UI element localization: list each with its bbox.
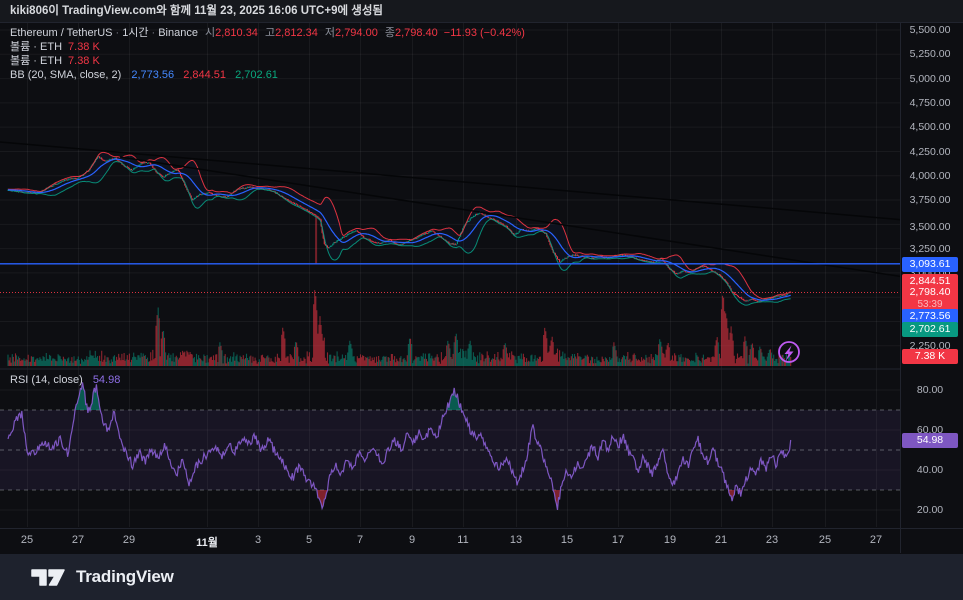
change-value: −11.93 (−0.42%) bbox=[444, 27, 525, 39]
rsi-legend-row: RSI (14, close) 54.98 bbox=[10, 374, 120, 386]
time-axis-tick-label: 27 bbox=[72, 534, 84, 546]
time-axis-tick-label: 13 bbox=[510, 534, 522, 546]
time-axis-tick-label: 25 bbox=[21, 534, 33, 546]
interval-label: 1시간 bbox=[122, 27, 148, 39]
time-axis-tick-label: 21 bbox=[715, 534, 727, 546]
symbol-legend-row: Ethereum / TetherUS·1시간·Binance시2,810.34… bbox=[10, 27, 525, 41]
price-axis-tick-label: 4,500.00 bbox=[902, 121, 958, 133]
rsi-value: 54.98 bbox=[93, 374, 121, 386]
legend-separator: · bbox=[113, 27, 123, 39]
time-axis-tick-label: 25 bbox=[819, 534, 831, 546]
bb-upper-value: 2,844.51 bbox=[183, 69, 226, 81]
tradingview-brand-text[interactable]: TradingView bbox=[76, 567, 174, 587]
volume-label: 볼륨 · ETH bbox=[10, 41, 62, 53]
price-axis-tick-label: 4,750.00 bbox=[902, 97, 958, 109]
bb-label: BB (20, SMA, close, 2) bbox=[10, 69, 121, 81]
volume-legend-row: 볼륨 · ETH 7.38 K bbox=[10, 41, 525, 55]
volume-value: 7.38 K bbox=[68, 41, 100, 53]
low-label: 저 bbox=[325, 27, 335, 39]
time-axis-tick-label: 3 bbox=[255, 534, 261, 546]
price-axis-tick-label: 40.00 bbox=[902, 464, 958, 476]
price-axis-tick-label: 3,500.00 bbox=[902, 221, 958, 233]
volume-legend-row: 볼륨 · ETH 7.38 K bbox=[10, 55, 525, 69]
main-legend: Ethereum / TetherUS·1시간·Binance시2,810.34… bbox=[10, 27, 525, 83]
price-axis-tick-label: 20.00 bbox=[902, 504, 958, 516]
time-axis-tick-label: 9 bbox=[409, 534, 415, 546]
attribution-text: kiki806이 TradingView.com와 함께 11월 23, 202… bbox=[10, 5, 383, 17]
price-axis-tick-label: 5,250.00 bbox=[902, 48, 958, 60]
time-axis-tick-label: 19 bbox=[664, 534, 676, 546]
price-axis-tick-label: 4,000.00 bbox=[902, 170, 958, 182]
legend-separator: · bbox=[149, 27, 159, 39]
attribution-bar: kiki806이 TradingView.com와 함께 11월 23, 202… bbox=[0, 0, 963, 22]
price-axis-badge: 2,798.4053:39 bbox=[902, 285, 958, 312]
time-axis-tick-label: 7 bbox=[357, 534, 363, 546]
tradingview-snapshot: kiki806이 TradingView.com와 함께 11월 23, 202… bbox=[0, 0, 963, 600]
volume-legend-rows: 볼륨 · ETH 7.38 K 볼륨 · ETH 7.38 K bbox=[10, 41, 525, 69]
exchange-label: Binance bbox=[158, 27, 198, 39]
price-axis-badge: 7.38 K bbox=[902, 349, 958, 364]
price-axis-tick-label: 3,250.00 bbox=[902, 243, 958, 255]
price-axis-badge: 54.98 bbox=[902, 433, 958, 448]
price-axis-tick-label: 4,250.00 bbox=[902, 146, 958, 158]
volume-value: 7.38 K bbox=[68, 55, 100, 67]
time-axis-tick-label: 17 bbox=[612, 534, 624, 546]
time-axis-tick-label: 29 bbox=[123, 534, 135, 546]
close-label: 종 bbox=[385, 27, 395, 39]
high-value: 2,812.34 bbox=[275, 27, 318, 39]
open-label: 시 bbox=[205, 27, 215, 39]
low-value: 2,794.00 bbox=[335, 27, 378, 39]
time-axis-tick-label: 15 bbox=[561, 534, 573, 546]
time-axis-tick-label: 5 bbox=[306, 534, 312, 546]
time-axis-tick-label: 23 bbox=[766, 534, 778, 546]
high-label: 고 bbox=[265, 27, 275, 39]
price-axis-tick-label: 5,000.00 bbox=[902, 73, 958, 85]
tradingview-logo-icon[interactable] bbox=[30, 565, 66, 589]
price-axis-tick-label: 80.00 bbox=[902, 384, 958, 396]
price-axis-badge: 2,702.61 bbox=[902, 322, 958, 337]
time-axis-tick-label: 11 bbox=[457, 534, 468, 546]
bb-legend-row: BB (20, SMA, close, 2) 2,773.56 2,844.51… bbox=[10, 69, 525, 83]
open-value: 2,810.34 bbox=[215, 27, 258, 39]
time-axis-tick-label: 11월 bbox=[196, 534, 218, 550]
time-axis-tick-label: 27 bbox=[870, 534, 882, 546]
bb-lower-value: 2,702.61 bbox=[235, 69, 278, 81]
price-axis-tick-label: 5,500.00 bbox=[902, 24, 958, 36]
bb-basis-value: 2,773.56 bbox=[131, 69, 174, 81]
footer-bar: TradingView bbox=[0, 554, 963, 600]
close-value: 2,798.40 bbox=[395, 27, 438, 39]
rsi-label: RSI (14, close) bbox=[10, 374, 83, 386]
symbol-name: Ethereum / TetherUS bbox=[10, 27, 113, 39]
price-axis-badge: 3,093.61 bbox=[902, 257, 958, 272]
price-axis-tick-label: 3,750.00 bbox=[902, 194, 958, 206]
price-chart-canvas[interactable] bbox=[0, 0, 963, 600]
volume-label: 볼륨 · ETH bbox=[10, 55, 62, 67]
